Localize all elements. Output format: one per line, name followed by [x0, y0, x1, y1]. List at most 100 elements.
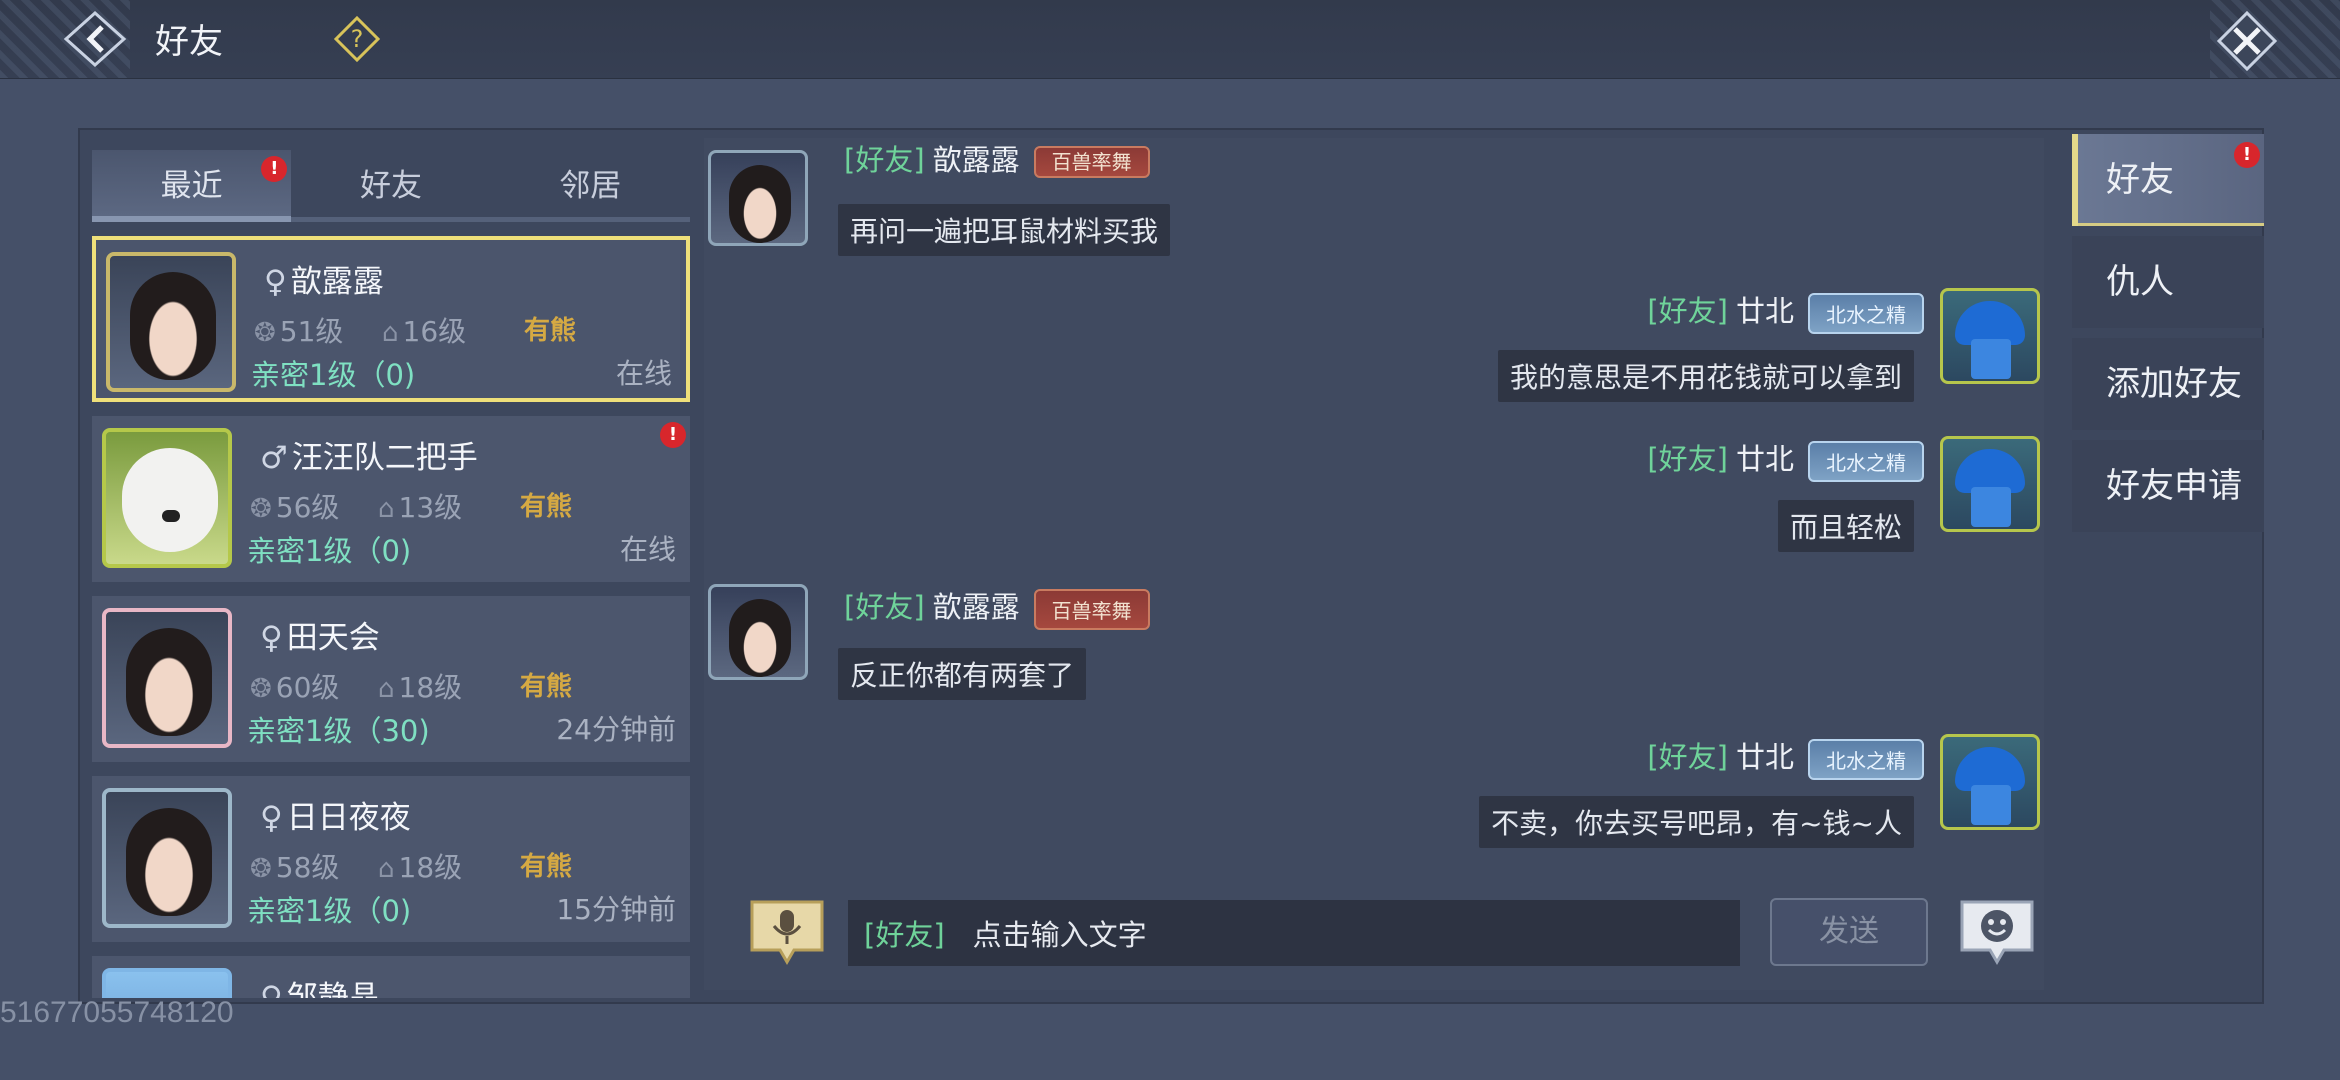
friend-name: ♀ 歆露露 — [264, 264, 384, 300]
message-bubble: 反正你都有两套了 — [838, 648, 1087, 700]
friend-card[interactable]: ♀ 邹静晶 — [92, 956, 690, 998]
tab-recent[interactable]: 最近 ! — [92, 150, 292, 222]
online-status: 24分钟前 — [556, 713, 676, 746]
male-icon: ♂ — [260, 440, 288, 476]
close-icon — [2216, 10, 2278, 72]
avatar[interactable] — [1940, 436, 2040, 532]
friend-name: ♀ 田天会 — [260, 620, 380, 656]
emoji-button[interactable] — [1956, 896, 2038, 968]
nav-add-friend[interactable]: 添加好友 — [2072, 338, 2264, 430]
house-icon: ⌂ — [382, 318, 399, 348]
friend-name: ♀ 邹静晶 — [260, 972, 380, 998]
intimacy-level: 亲密1级（0) — [247, 534, 412, 568]
title-badge: 百兽率舞 — [1033, 146, 1150, 178]
friend-card[interactable]: ♀ 田天会 ❂ 60级 ⌂ 18级 有熊 亲密1级（30) 24分钟前 — [92, 596, 690, 762]
level-icon: ❂ — [250, 674, 272, 704]
help-button[interactable]: ? — [332, 14, 382, 64]
avatar[interactable] — [1940, 734, 2040, 830]
avatar[interactable] — [1940, 288, 2040, 384]
intimacy-level: 亲密1级（0) — [251, 358, 416, 392]
home-level: ⌂ 16级 — [382, 315, 467, 348]
avatar — [102, 608, 232, 748]
online-status: 15分钟前 — [556, 893, 676, 926]
tab-friends[interactable]: 好友 — [291, 150, 491, 222]
title-badge: 北水之精 — [1808, 738, 1924, 780]
online-status: 在线 — [615, 357, 672, 390]
close-button[interactable] — [2216, 10, 2278, 72]
level-icon: ❂ — [250, 854, 272, 884]
female-icon: ♀ — [264, 264, 287, 300]
avatar[interactable] — [708, 150, 808, 246]
input-placeholder: 点击输入文字 — [972, 918, 1147, 952]
chat-text-input[interactable]: [好友] 点击输入文字 — [848, 900, 1740, 966]
level-icon: ❂ — [254, 318, 276, 348]
avatar — [102, 788, 232, 928]
page-title: 好友 — [155, 22, 223, 62]
player-level: ❂ 51级 — [254, 315, 344, 348]
friend-card[interactable]: ♀ 歆露露 ❂ 51级 ⌂ 16级 有熊 亲密1级（0) 在线 — [92, 236, 690, 402]
alert-badge-icon: ! — [2234, 142, 2260, 168]
help-icon: ? — [333, 15, 381, 63]
house-icon: ⌂ — [378, 674, 395, 704]
friend-card[interactable]: ♂ 汪汪队二把手 ! ❂ 56级 ⌂ 13级 有熊 亲密1级（0) 在线 — [92, 416, 690, 582]
mood-status: 有熊 — [524, 316, 577, 346]
tab-neighbors-label: 邻居 — [559, 168, 622, 204]
emoji-icon — [1960, 900, 2034, 965]
title-badge: 百兽率舞 — [1033, 588, 1150, 630]
message-header: [好友] 歆露露 百兽率舞 — [844, 584, 1150, 630]
house-icon: ⌂ — [378, 494, 395, 524]
female-icon: ♀ — [260, 980, 283, 998]
alert-badge-icon: ! — [660, 422, 686, 448]
alert-badge-icon: ! — [261, 156, 288, 182]
friend-list[interactable]: ♀ 歆露露 ❂ 51级 ⌂ 16级 有熊 亲密1级（0) 在线 ♂ 汪汪队二把手 ! ❂… — [92, 236, 692, 998]
player-level: ❂ 60级 — [250, 671, 340, 704]
message-header: [好友] 廿北 北水之精 — [1647, 436, 1924, 482]
nav-friend-requests[interactable]: 好友申请 — [2072, 440, 2264, 532]
tab-recent-label: 最近 — [160, 168, 223, 204]
avatar — [106, 252, 236, 392]
player-level: ❂ 58级 — [250, 851, 340, 884]
friend-tabs: 最近 ! 好友 邻居 — [92, 150, 690, 222]
home-level: ⌂ 18级 — [378, 851, 463, 884]
player-id: 51677055748120 — [0, 996, 234, 1029]
chat-input-bar: [好友] 点击输入文字 发送 — [704, 888, 2044, 992]
message-header: [好友] 廿北 北水之精 — [1647, 288, 1924, 334]
message-bubble: 再问一遍把耳鼠材料买我 — [838, 204, 1171, 256]
message-header: [好友] 廿北 北水之精 — [1647, 734, 1924, 780]
mood-status: 有熊 — [520, 852, 573, 882]
avatar — [102, 968, 232, 998]
message-header: [好友] 歆露露 百兽率舞 — [844, 146, 1150, 178]
nav-friends-label: 好友 — [2106, 160, 2174, 200]
level-icon: ❂ — [250, 494, 272, 524]
message-bubble: 而且轻松 — [1777, 500, 1914, 552]
avatar[interactable] — [708, 584, 808, 680]
send-button[interactable]: 发送 — [1770, 898, 1928, 966]
top-bar: 好友 ? — [0, 0, 2340, 79]
friend-name: ♂ 汪汪队二把手 — [260, 440, 478, 476]
back-button[interactable] — [62, 10, 128, 68]
voice-button[interactable] — [746, 896, 828, 968]
player-level: ❂ 56级 — [250, 491, 340, 524]
message-bubble: 我的意思是不用花钱就可以拿到 — [1497, 350, 1914, 402]
female-icon: ♀ — [260, 800, 283, 836]
mood-status: 有熊 — [520, 672, 573, 702]
tab-neighbors[interactable]: 邻居 — [490, 150, 690, 222]
message-bubble: 不卖，你去买号吧昂，有~钱~人 — [1479, 796, 1914, 848]
friend-card[interactable]: ♀ 日日夜夜 ❂ 58级 ⌂ 18级 有熊 亲密1级（0) 15分钟前 — [92, 776, 690, 942]
nav-friends[interactable]: 好友 ! — [2072, 134, 2264, 226]
mood-status: 有熊 — [520, 492, 573, 522]
home-level: ⌂ 18级 — [378, 671, 463, 704]
svg-text:?: ? — [351, 25, 364, 53]
avatar — [102, 428, 232, 568]
title-badge: 北水之精 — [1808, 292, 1924, 334]
microphone-icon — [750, 900, 824, 965]
home-level: ⌂ 13级 — [378, 491, 463, 524]
intimacy-level: 亲密1级（30) — [247, 714, 430, 748]
tab-friends-label: 好友 — [359, 168, 422, 204]
nav-enemies[interactable]: 仇人 — [2072, 236, 2264, 328]
female-icon: ♀ — [260, 620, 283, 656]
chat-panel[interactable]: [好友] 歆露露 百兽率舞 再问一遍把耳鼠材料买我 [好友] 廿北 北水之精 我的意思是… — [704, 138, 2044, 990]
friend-name: ♀ 日日夜夜 — [260, 800, 411, 836]
online-status: 在线 — [619, 533, 676, 566]
title-badge: 北水之精 — [1808, 440, 1924, 482]
